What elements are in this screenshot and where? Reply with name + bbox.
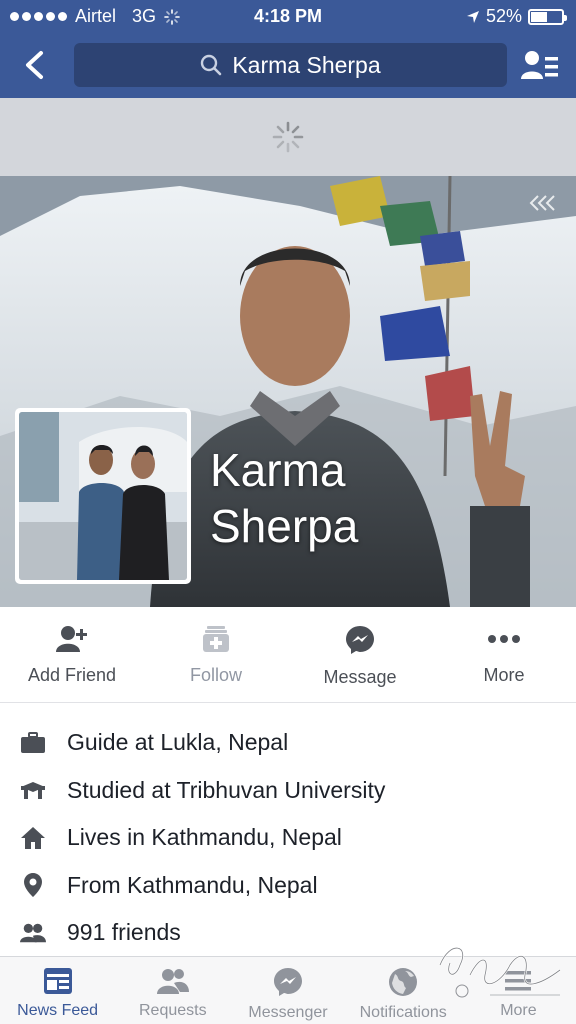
requests-icon: [156, 969, 189, 994]
tab-news-feed[interactable]: News Feed: [0, 957, 115, 1024]
profile-name-first: Karma: [210, 444, 346, 496]
info-work-text: Guide at Lukla, Nepal: [67, 729, 289, 756]
chevron-left-icon: [26, 51, 43, 79]
message-button[interactable]: Message: [288, 607, 432, 702]
info-friends-text: 991 friends: [67, 919, 181, 946]
cover-photo[interactable]: Karma Sherpa: [0, 176, 576, 607]
friends-icon: [20, 923, 46, 943]
nav-bar: Karma Sherpa: [0, 32, 576, 98]
more-label: More: [483, 665, 525, 685]
house-icon: [21, 826, 45, 849]
add-friend-button[interactable]: Add Friend: [0, 607, 144, 702]
add-friend-icon: [56, 626, 87, 652]
tab-messenger-label: Messenger: [248, 1004, 328, 1021]
follow-icon: [203, 626, 229, 652]
more-dots-icon: [488, 635, 520, 643]
profile-list-icon: [521, 51, 558, 79]
profile-info-list: Guide at Lukla, Nepal Studied at Tribhuv…: [0, 719, 576, 957]
search-query: Karma Sherpa: [232, 51, 381, 78]
collapse-chevrons-icon[interactable]: [528, 194, 558, 212]
tab-more[interactable]: More: [461, 957, 576, 1024]
messenger-icon: [346, 626, 374, 654]
location-arrow-icon: [466, 10, 479, 23]
status-right: 52%: [466, 6, 567, 27]
location-pin-icon: [24, 873, 42, 898]
follow-label: Follow: [189, 665, 242, 685]
globe-icon: [389, 968, 418, 996]
info-friends[interactable]: 991 friends: [0, 909, 576, 957]
follow-button[interactable]: Follow: [144, 607, 288, 702]
loading-strip: [0, 98, 576, 176]
battery-percent: 52%: [485, 6, 522, 26]
profile-picture[interactable]: [15, 408, 191, 584]
tab-more-label: More: [500, 1002, 537, 1019]
tab-notifications-label: Notifications: [359, 1004, 447, 1021]
tab-news-feed-label: News Feed: [17, 1002, 99, 1019]
info-current-city-text: Lives in Kathmandu, Nepal: [67, 824, 342, 851]
graduation-cap-icon: [21, 782, 45, 800]
add-friend-label: Add Friend: [27, 665, 117, 685]
profile-name-last: Sherpa: [210, 500, 359, 552]
status-bar: Airtel 3G 4:18 PM 52%: [0, 0, 576, 32]
menu-icon: [505, 971, 532, 991]
news-feed-icon: [43, 968, 72, 994]
message-label: Message: [323, 667, 397, 687]
loading-spinner-icon: [272, 121, 304, 153]
search-input[interactable]: Karma Sherpa: [74, 43, 507, 87]
battery-icon: [528, 8, 567, 25]
profile-list-button[interactable]: [520, 46, 560, 84]
info-work[interactable]: Guide at Lukla, Nepal: [0, 719, 576, 767]
tab-notifications[interactable]: Notifications: [346, 957, 461, 1024]
info-hometown-text: From Kathmandu, Nepal: [67, 871, 318, 898]
profile-picture-image: [19, 412, 187, 580]
bottom-tab-bar: News Feed Requests Messenger Notificatio…: [0, 956, 576, 1024]
more-button[interactable]: More: [432, 607, 576, 702]
tab-messenger[interactable]: Messenger: [230, 957, 345, 1024]
profile-name: Karma Sherpa: [210, 442, 358, 554]
tab-requests-label: Requests: [139, 1002, 207, 1019]
info-education[interactable]: Studied at Tribhuvan University: [0, 767, 576, 815]
info-education-text: Studied at Tribhuvan University: [67, 776, 386, 803]
profile-actions: Add Friend Follow Message More: [0, 607, 576, 703]
back-button[interactable]: [14, 44, 54, 86]
messenger-icon: [274, 968, 302, 996]
info-hometown[interactable]: From Kathmandu, Nepal: [0, 862, 576, 910]
briefcase-icon: [21, 731, 45, 753]
tab-requests[interactable]: Requests: [115, 957, 230, 1024]
info-current-city[interactable]: Lives in Kathmandu, Nepal: [0, 814, 576, 862]
search-icon: [201, 54, 222, 76]
